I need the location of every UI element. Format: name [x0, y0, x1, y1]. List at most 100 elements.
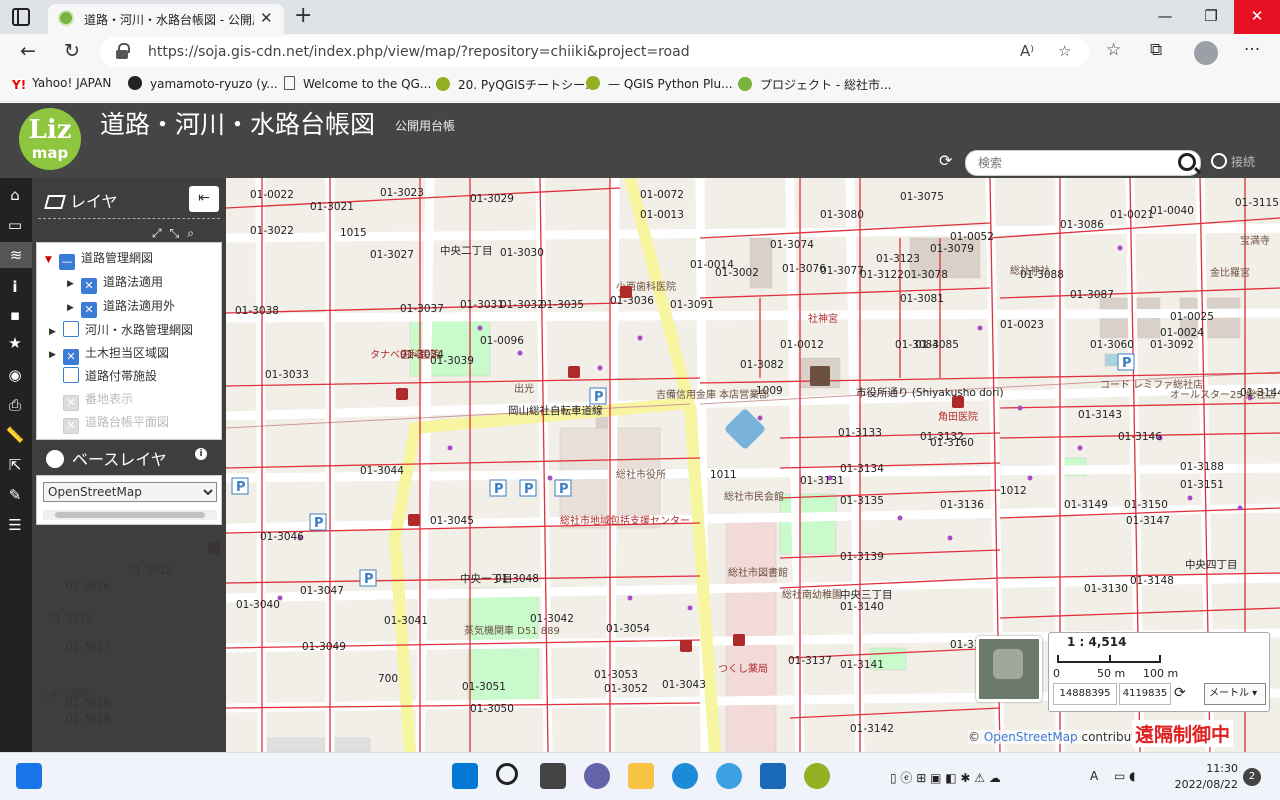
- share-icon[interactable]: ⇱: [4, 454, 26, 476]
- scrollbar-thumb[interactable]: [55, 512, 205, 518]
- refresh-coords-icon[interactable]: ⟳: [1174, 685, 1186, 701]
- new-tab-icon[interactable]: +: [294, 3, 312, 28]
- baselayer-select[interactable]: OpenStreetMap: [43, 482, 217, 502]
- road-label: 01-3075: [900, 191, 944, 203]
- address-bar: ← ↻ https://soja.gis-cdn.net/index.php/v…: [0, 34, 1280, 70]
- layer-checkbox[interactable]: [63, 367, 79, 383]
- bookmark-item[interactable]: yamamoto-ryuzo (y...: [128, 76, 278, 91]
- folder-icon[interactable]: ▭: [4, 214, 26, 236]
- poi-marker: [517, 350, 523, 356]
- more-menu-icon[interactable]: ···: [1244, 40, 1260, 60]
- collapse-all-icon[interactable]: ⤡: [170, 226, 188, 240]
- expanded-arrow-icon[interactable]: ▼: [45, 255, 59, 265]
- road-label: 01-3146: [1118, 431, 1162, 443]
- bookmark-item[interactable]: — QGIS Python Plu...: [586, 76, 733, 91]
- edge-icon[interactable]: [672, 763, 698, 789]
- water-icon: [725, 409, 765, 449]
- measure-icon[interactable]: 📏: [4, 424, 26, 446]
- road-label: 01-3139: [840, 551, 884, 563]
- app-icon[interactable]: [716, 763, 742, 789]
- task-view-icon[interactable]: [540, 763, 566, 789]
- add-favorite-icon[interactable]: ☆: [1058, 42, 1071, 60]
- search-box[interactable]: [965, 150, 1201, 176]
- expand-all-icon[interactable]: ⤢: [152, 226, 170, 240]
- layer-item[interactable]: ▼ — 道路管理網図: [45, 249, 153, 270]
- lizmap-favicon-icon: [58, 10, 74, 26]
- ime-indicator[interactable]: A: [1090, 769, 1098, 783]
- edit-icon[interactable]: ✎: [4, 484, 26, 506]
- layer-checkbox[interactable]: ✕: [81, 278, 97, 294]
- units-select[interactable]: メートル ▾: [1204, 683, 1266, 705]
- collapsed-arrow-icon[interactable]: ▶: [49, 327, 63, 337]
- road-line: [699, 287, 991, 299]
- connect-button[interactable]: 接続: [1211, 153, 1255, 170]
- browser-tab[interactable]: 道路・河川・水路台帳図 - 公開用台帳 ✕: [48, 4, 284, 34]
- explorer-icon[interactable]: [628, 763, 654, 789]
- back-icon[interactable]: ←: [16, 40, 40, 64]
- start-icon[interactable]: [452, 763, 478, 789]
- info-icon[interactable]: i: [4, 276, 26, 298]
- network-volume-icons[interactable]: ▭ ◖: [1114, 769, 1135, 783]
- road-label: 01-3086: [1060, 219, 1104, 231]
- search-icon[interactable]: [496, 763, 518, 785]
- notification-badge[interactable]: 2: [1243, 768, 1261, 786]
- home-icon[interactable]: ⌂: [4, 184, 26, 206]
- clock[interactable]: 11:30 2022/08/22: [1170, 761, 1238, 793]
- layer-item[interactable]: 道路付帯施設: [63, 367, 157, 387]
- poi-marker: [637, 335, 643, 341]
- widgets-icon[interactable]: [16, 763, 42, 789]
- layer-checkbox[interactable]: ✕: [63, 349, 79, 365]
- layer-checkbox[interactable]: —: [59, 254, 75, 270]
- bookmark-item[interactable]: プロジェクト - 総社市...: [738, 76, 891, 93]
- refresh-icon[interactable]: ⟳: [939, 151, 952, 170]
- comment-icon[interactable]: ▪: [4, 304, 26, 326]
- layers-icon[interactable]: ≋: [0, 242, 32, 268]
- windows-taskbar: ▯ ⓔ ⊞ ▣ ◧ ✱ ⚠ ☁ A ▭ ◖ 11:30 2022/08/22 2: [0, 752, 1280, 800]
- search-input[interactable]: [978, 154, 1158, 172]
- locate-icon[interactable]: ◉: [4, 364, 26, 386]
- collapsed-arrow-icon[interactable]: ▶: [67, 279, 81, 289]
- bookmark-item[interactable]: Welcome to the QG...: [284, 76, 431, 91]
- road-label: 01-3076: [782, 263, 826, 275]
- zoom-layer-icon[interactable]: ⌕: [187, 226, 202, 240]
- chat-icon[interactable]: [584, 763, 610, 789]
- road-label: 01-0040: [1150, 205, 1194, 217]
- layer-item[interactable]: ▶ ✕ 土木担当区域図: [49, 344, 169, 365]
- layer-item[interactable]: ▶ ✕ 道路法適用: [67, 273, 163, 294]
- road-label: 01-3043: [662, 679, 706, 691]
- road-label: 01-3092: [1150, 339, 1194, 351]
- remote-app-icon[interactable]: [760, 763, 786, 789]
- tab-actions-icon[interactable]: [12, 8, 30, 26]
- overview-minimap[interactable]: [976, 636, 1042, 702]
- window-close-icon[interactable]: ✕: [1234, 0, 1280, 34]
- collections-icon[interactable]: ⧉: [1150, 40, 1162, 60]
- layer-checkbox[interactable]: [63, 321, 79, 337]
- road-label: 01-3081: [900, 293, 944, 305]
- list-icon[interactable]: ☰: [4, 514, 26, 536]
- search-icon[interactable]: [1178, 153, 1196, 171]
- read-aloud-icon[interactable]: A⁾: [1020, 42, 1034, 60]
- window-minimize-icon[interactable]: —: [1142, 0, 1188, 34]
- road-label: 01-3037: [400, 303, 444, 315]
- layer-checkbox[interactable]: ✕: [81, 302, 97, 318]
- window-restore-icon[interactable]: ❐: [1188, 0, 1234, 34]
- tray-icons[interactable]: ▯ ⓔ ⊞ ▣ ◧ ✱ ⚠ ☁: [890, 769, 1001, 786]
- bookmark-item[interactable]: Y! Yahoo! JAPAN: [12, 76, 111, 92]
- favorites-icon[interactable]: ☆: [1106, 40, 1121, 60]
- print-icon[interactable]: ⎙: [4, 394, 26, 416]
- qgis-icon[interactable]: [804, 763, 830, 789]
- star-icon[interactable]: ★: [4, 332, 26, 354]
- layer-item[interactable]: ▶ 河川・水路管理網図: [49, 321, 193, 341]
- tab-close-icon[interactable]: ✕: [260, 9, 273, 27]
- profile-avatar[interactable]: [1194, 41, 1218, 65]
- layer-item[interactable]: ▶ ✕ 道路法適用外: [67, 297, 175, 318]
- collapsed-arrow-icon[interactable]: ▶: [49, 350, 63, 360]
- url-field[interactable]: https://soja.gis-cdn.net/index.php/view/…: [100, 37, 1090, 67]
- attribution-link[interactable]: OpenStreetMap: [984, 730, 1078, 744]
- collapsed-arrow-icon[interactable]: ▶: [67, 303, 81, 313]
- bookmark-item[interactable]: 20. PyQGISチートシー...: [436, 76, 597, 93]
- info-icon[interactable]: i: [195, 448, 207, 460]
- reload-icon[interactable]: ↻: [60, 40, 84, 64]
- collapse-panel-button[interactable]: ⇤: [189, 186, 219, 212]
- horizontal-scrollbar[interactable]: [43, 510, 217, 520]
